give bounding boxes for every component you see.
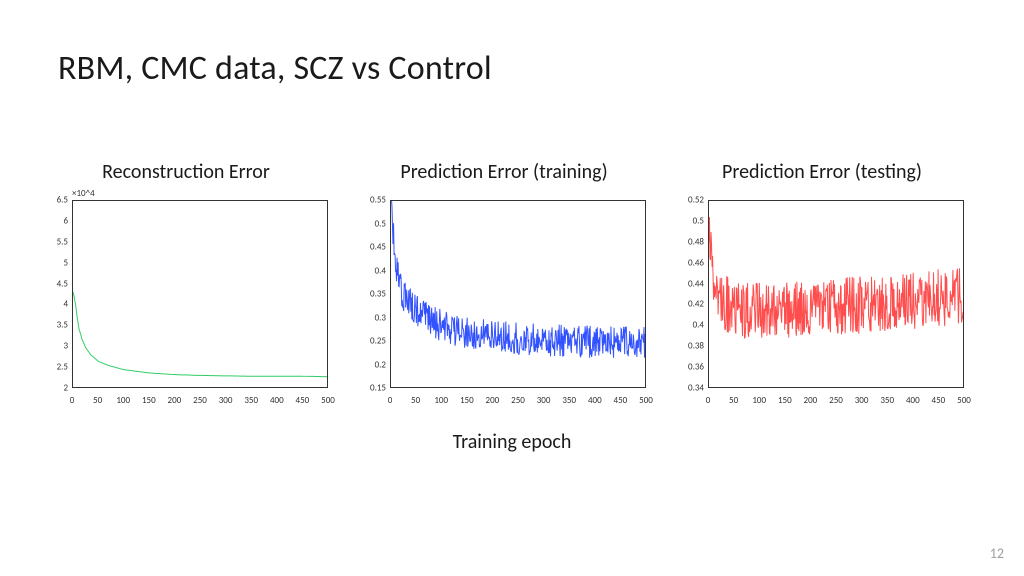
y-exponent-0: ×10^4 — [72, 188, 95, 199]
panel-reconstruction: Reconstruction Error ×10^4 2 2.5 3 3.5 4 4.5 5… — [38, 160, 334, 412]
y-tick: 0.42 — [688, 299, 704, 310]
y-tick: 0.2 — [375, 359, 386, 370]
panel-title-1: Prediction Error (training) — [400, 160, 607, 184]
panel-train-pred: Prediction Error (training) 0.150.20.250… — [356, 160, 652, 412]
x-tick: 0 — [706, 395, 711, 406]
x-tick: 400 — [906, 395, 920, 406]
y-tick: 2.5 — [57, 362, 68, 373]
x-tick: 450 — [614, 395, 628, 406]
panel-title-0: Reconstruction Error — [102, 160, 270, 184]
x-tick: 400 — [588, 395, 602, 406]
x-tick: 50 — [93, 395, 102, 406]
x-tick: 0 — [70, 395, 75, 406]
chart-1: 0.15 0.2 0.25 0.3 0.35 0.4 0.45 0.5 0.55 0 50 100 15… — [356, 192, 652, 412]
y-tick: 0.38 — [688, 341, 704, 352]
x-tick: 300 — [855, 395, 869, 406]
x-tick: 150 — [142, 395, 156, 406]
y-tick: 0.45 — [370, 242, 386, 253]
y-tick: 4.5 — [57, 278, 68, 289]
y-tick: 0.46 — [688, 257, 704, 268]
line-path-0 — [73, 201, 327, 387]
x-tick: 250 — [193, 395, 207, 406]
page-number: 12 — [990, 545, 1004, 562]
slide: RBM, CMC data, SCZ vs Control Reconstruc… — [0, 0, 1024, 576]
y-tick: 0.35 — [370, 289, 386, 300]
page-title: RBM, CMC data, SCZ vs Control — [58, 48, 492, 89]
x-tick: 350 — [562, 395, 576, 406]
x-tick: 150 — [460, 395, 474, 406]
y-tick: 0.25 — [370, 336, 386, 347]
x-tick: 300 — [219, 395, 233, 406]
y-tick: 0.48 — [688, 236, 704, 247]
plot-area-1 — [390, 200, 646, 388]
x-tick: 500 — [321, 395, 335, 406]
x-tick: 350 — [244, 395, 258, 406]
chart-2: 0.34 0.36 0.38 0.4 0.42 0.44 0.46 0.48 0.5 0.52 0 5… — [674, 192, 970, 412]
x-tick: 500 — [957, 395, 971, 406]
y-tick: 0.4 — [375, 265, 386, 276]
x-tick: 100 — [434, 395, 448, 406]
y-tick: 0.34 — [688, 383, 704, 394]
plot-area-2 — [708, 200, 964, 388]
panel-title-2: Prediction Error (testing) — [722, 160, 922, 184]
chart-0: ×10^4 22.533.544.555.566.505010015020025… — [38, 192, 334, 412]
y-tick: 0.5 — [375, 218, 386, 229]
x-tick: 450 — [296, 395, 310, 406]
x-tick: 100 — [752, 395, 766, 406]
x-tick: 400 — [270, 395, 284, 406]
line-path-1 — [391, 201, 645, 387]
x-tick: 250 — [829, 395, 843, 406]
y-tick: 0.36 — [688, 362, 704, 373]
y-tick: 6 — [63, 215, 68, 226]
x-tick: 50 — [729, 395, 738, 406]
y-tick: 5.5 — [57, 236, 68, 247]
y-tick: 3.5 — [57, 320, 68, 331]
panel-test-pred: Prediction Error (testing) 0.340.360.380… — [674, 160, 970, 412]
x-tick: 350 — [880, 395, 894, 406]
y-tick: 2 — [63, 383, 68, 394]
x-tick: 200 — [168, 395, 182, 406]
y-tick: 0.15 — [370, 383, 386, 394]
y-tick: 0.52 — [688, 195, 704, 206]
x-tick: 200 — [804, 395, 818, 406]
x-tick: 50 — [411, 395, 420, 406]
x-tick: 250 — [511, 395, 525, 406]
y-tick: 0.3 — [375, 312, 386, 323]
line-path-2 — [709, 201, 963, 387]
x-tick: 0 — [388, 395, 393, 406]
x-tick: 150 — [778, 395, 792, 406]
y-tick: 5 — [63, 257, 68, 268]
y-tick: 4 — [63, 299, 68, 310]
y-tick: 6.5 — [57, 195, 68, 206]
y-tick: 0.5 — [693, 215, 704, 226]
y-tick: 3 — [63, 341, 68, 352]
x-tick: 300 — [537, 395, 551, 406]
x-tick: 100 — [116, 395, 130, 406]
plot-area-0 — [72, 200, 328, 388]
charts-row: Reconstruction Error ×10^4 2 2.5 3 3.5 4 4.5 5… — [38, 160, 988, 412]
y-tick: 0.44 — [688, 278, 704, 289]
x-tick: 200 — [486, 395, 500, 406]
x-axis-label: Training epoch — [0, 430, 1024, 454]
y-tick: 0.4 — [693, 320, 704, 331]
x-tick: 450 — [932, 395, 946, 406]
y-tick: 0.55 — [370, 195, 386, 206]
x-tick: 500 — [639, 395, 653, 406]
